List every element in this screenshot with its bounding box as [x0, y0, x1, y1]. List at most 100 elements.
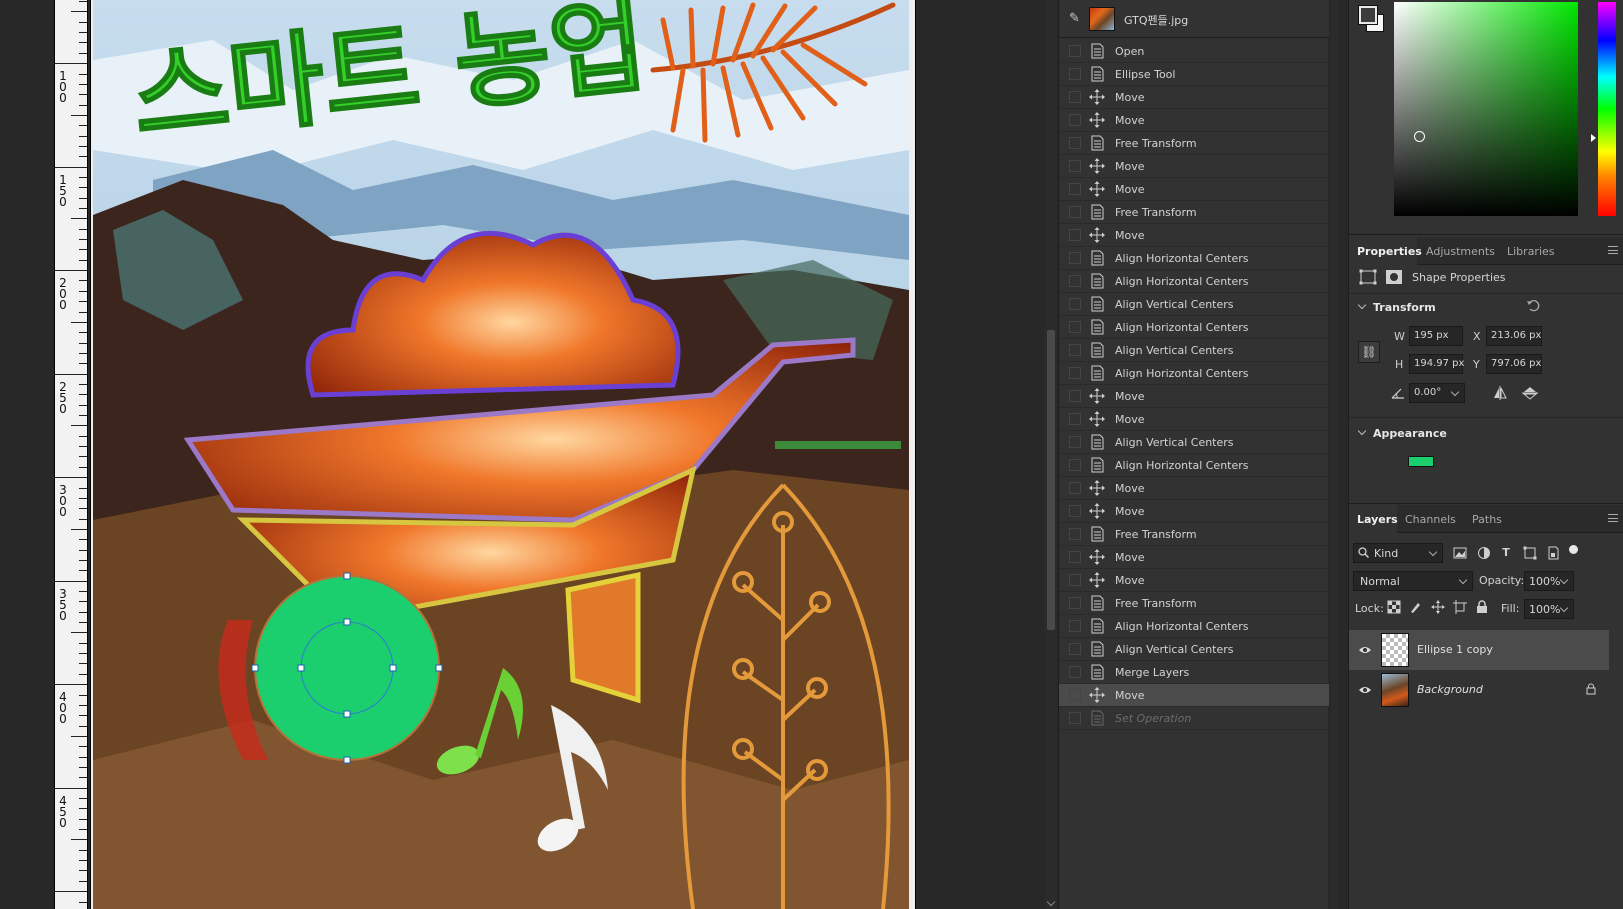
history-snapshot-checkbox[interactable] — [1069, 413, 1081, 425]
history-snapshot-checkbox[interactable] — [1069, 620, 1081, 632]
history-item[interactable]: Free Transform — [1059, 201, 1329, 224]
history-snapshot-checkbox[interactable] — [1069, 114, 1081, 126]
tab-adjustments[interactable]: Adjustments — [1426, 245, 1495, 258]
flip-vertical-icon[interactable] — [1522, 386, 1538, 400]
layer-name[interactable]: Background — [1417, 683, 1483, 696]
history-snapshot-checkbox[interactable] — [1069, 574, 1081, 586]
history-item[interactable]: Align Vertical Centers — [1059, 638, 1329, 661]
history-item[interactable]: Align Horizontal Centers — [1059, 362, 1329, 385]
panel-menu-icon[interactable] — [1608, 246, 1618, 254]
link-dimensions-button[interactable]: ⛓ — [1358, 341, 1380, 363]
history-item[interactable]: Move — [1059, 546, 1329, 569]
layer-row-ellipse-1-copy[interactable]: Ellipse 1 copy — [1349, 630, 1609, 670]
canvas-scrollbar[interactable] — [1045, 0, 1057, 909]
history-item[interactable]: Move — [1059, 178, 1329, 201]
layer-name[interactable]: Ellipse 1 copy — [1417, 643, 1493, 656]
shape-layer-filter-icon[interactable] — [1523, 546, 1537, 560]
hue-slider[interactable] — [1598, 2, 1616, 216]
reset-transform-icon[interactable] — [1526, 299, 1540, 313]
history-item[interactable]: Free Transform — [1059, 523, 1329, 546]
smart-object-filter-icon[interactable] — [1546, 546, 1560, 560]
history-snapshot-checkbox[interactable] — [1069, 689, 1081, 701]
fill-color-swatch[interactable] — [1408, 456, 1434, 467]
color-picker-field[interactable] — [1394, 2, 1578, 216]
blend-mode-dropdown[interactable]: Normal — [1353, 571, 1473, 591]
history-item[interactable]: Ellipse Tool — [1059, 63, 1329, 86]
history-snapshot-checkbox[interactable] — [1069, 298, 1081, 310]
history-snapshot-checkbox[interactable] — [1069, 344, 1081, 356]
history-item[interactable]: Move — [1059, 155, 1329, 178]
panel-menu-icon[interactable] — [1608, 514, 1618, 522]
history-item[interactable]: Move — [1059, 684, 1329, 707]
history-snapshot-checkbox[interactable] — [1069, 275, 1081, 287]
vertical-ruler[interactable]: 100 150 200 250 300 350 400 450 — [54, 0, 88, 909]
history-item[interactable]: Move — [1059, 385, 1329, 408]
shape-transform-icon[interactable] — [1359, 269, 1377, 285]
history-snapshot-checkbox[interactable] — [1069, 68, 1081, 80]
history-item[interactable]: Move — [1059, 224, 1329, 247]
history-item[interactable]: Move — [1059, 569, 1329, 592]
tab-libraries[interactable]: Libraries — [1507, 245, 1555, 258]
history-snapshot-checkbox[interactable] — [1069, 528, 1081, 540]
height-field[interactable]: 194.97 px — [1409, 354, 1464, 374]
history-item[interactable]: Move — [1059, 86, 1329, 109]
lock-position-icon[interactable] — [1431, 600, 1445, 614]
history-item[interactable]: Align Horizontal Centers — [1059, 615, 1329, 638]
tab-layers[interactable]: Layers — [1357, 513, 1398, 526]
layer-row-background[interactable]: Background — [1349, 670, 1609, 710]
y-position-field[interactable]: 797.06 px — [1486, 354, 1542, 374]
filter-toggle-icon[interactable] — [1569, 545, 1578, 554]
history-item[interactable]: Align Horizontal Centers — [1059, 454, 1329, 477]
scroll-down-arrow[interactable] — [1046, 897, 1056, 907]
history-item[interactable]: Move — [1059, 500, 1329, 523]
history-item[interactable]: Align Vertical Centers — [1059, 293, 1329, 316]
shape-mask-icon[interactable] — [1385, 269, 1403, 285]
lock-artboard-icon[interactable] — [1453, 600, 1467, 614]
history-item[interactable]: Align Vertical Centers — [1059, 431, 1329, 454]
tab-properties[interactable]: Properties — [1357, 245, 1422, 258]
hue-slider-marker[interactable] — [1591, 134, 1596, 142]
tab-channels[interactable]: Channels — [1405, 513, 1456, 526]
lock-image-pixels-icon[interactable] — [1409, 600, 1423, 614]
tab-paths[interactable]: Paths — [1472, 513, 1502, 526]
history-snapshot-checkbox[interactable] — [1069, 390, 1081, 402]
history-item[interactable]: Set Operation — [1059, 707, 1329, 730]
foreground-color-swatch[interactable] — [1358, 5, 1378, 25]
history-item[interactable]: Move — [1059, 408, 1329, 431]
artwork-canvas[interactable]: 스마트 농업 — [93, 0, 909, 909]
canvas-area[interactable]: 100 150 200 250 300 350 400 450 스마트 농업 — [0, 0, 1058, 909]
adjustment-layer-filter-icon[interactable] — [1477, 546, 1491, 560]
history-snapshot[interactable]: ✎ GTQ펜들.jpg — [1059, 0, 1329, 38]
history-snapshot-checkbox[interactable] — [1069, 137, 1081, 149]
ellipse-layer[interactable] — [254, 575, 440, 761]
canvas-scroll-thumb[interactable] — [1047, 330, 1055, 630]
history-item[interactable]: Move — [1059, 477, 1329, 500]
history-item[interactable]: Free Transform — [1059, 132, 1329, 155]
history-item[interactable]: Merge Layers — [1059, 661, 1329, 684]
history-snapshot-checkbox[interactable] — [1069, 643, 1081, 655]
history-snapshot-checkbox[interactable] — [1069, 712, 1081, 724]
history-snapshot-checkbox[interactable] — [1069, 45, 1081, 57]
history-item[interactable]: Free Transform — [1059, 592, 1329, 615]
lock-transparent-pixels-icon[interactable] — [1387, 600, 1401, 614]
history-item[interactable]: Align Horizontal Centers — [1059, 316, 1329, 339]
flip-horizontal-icon[interactable] — [1492, 386, 1508, 400]
history-item[interactable]: Align Vertical Centers — [1059, 339, 1329, 362]
history-item[interactable]: Move — [1059, 109, 1329, 132]
history-item[interactable]: Align Horizontal Centers — [1059, 270, 1329, 293]
type-layer-filter-icon[interactable]: T — [1499, 546, 1513, 560]
history-snapshot-checkbox[interactable] — [1069, 482, 1081, 494]
history-snapshot-checkbox[interactable] — [1069, 321, 1081, 333]
fill-field[interactable]: 100% — [1524, 599, 1574, 619]
history-item[interactable]: Align Horizontal Centers — [1059, 247, 1329, 270]
history-snapshot-checkbox[interactable] — [1069, 91, 1081, 103]
opacity-field[interactable]: 100% — [1524, 571, 1574, 591]
history-snapshot-checkbox[interactable] — [1069, 551, 1081, 563]
history-snapshot-checkbox[interactable] — [1069, 206, 1081, 218]
history-snapshot-checkbox[interactable] — [1069, 367, 1081, 379]
history-snapshot-checkbox[interactable] — [1069, 597, 1081, 609]
history-snapshot-checkbox[interactable] — [1069, 183, 1081, 195]
visibility-eye-icon[interactable] — [1359, 684, 1371, 696]
history-snapshot-checkbox[interactable] — [1069, 459, 1081, 471]
pixel-layer-filter-icon[interactable] — [1453, 546, 1467, 560]
